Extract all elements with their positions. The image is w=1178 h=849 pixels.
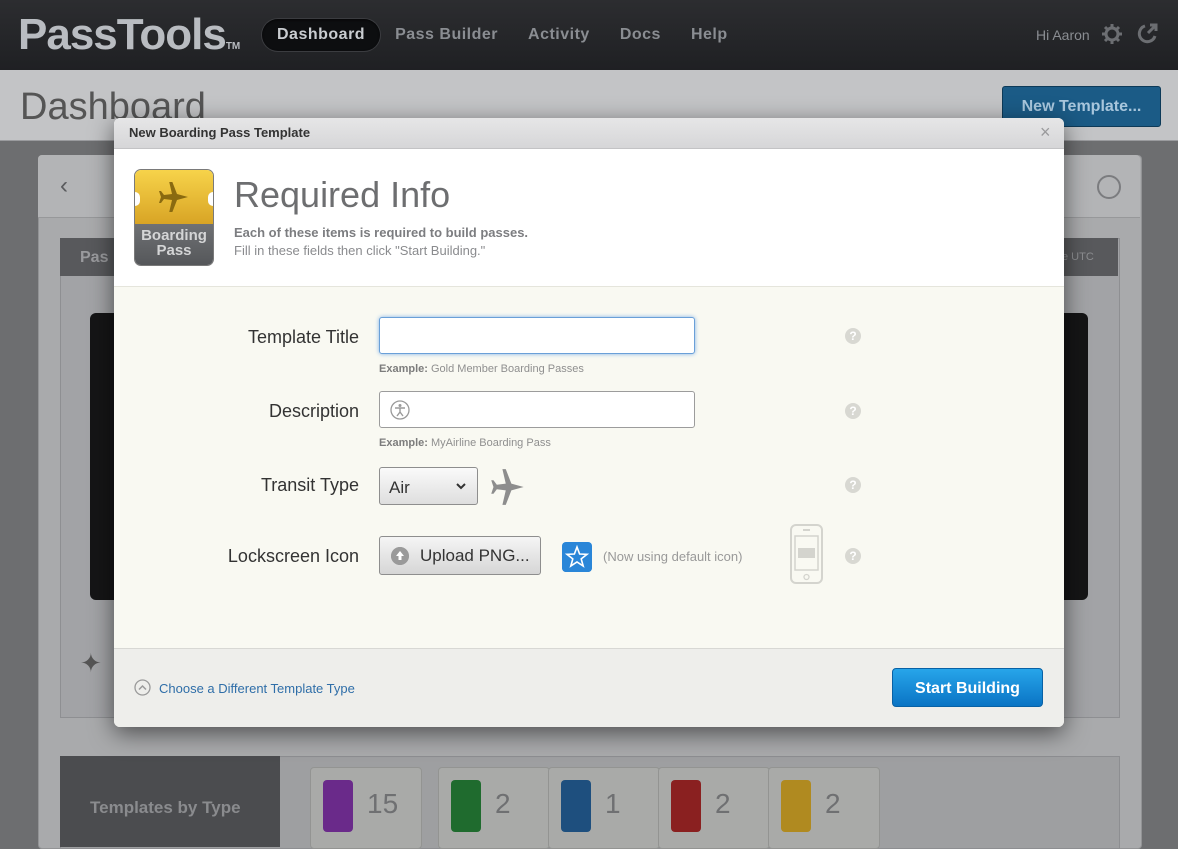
templates-by-type-label: Templates by Type xyxy=(90,798,241,817)
help-icon[interactable]: ? xyxy=(845,548,861,564)
nav-dashboard[interactable]: Dashboard xyxy=(262,19,381,51)
template-type-coupon[interactable]: 15 xyxy=(310,767,422,849)
lockscreen-icon-status: (Now using default icon) xyxy=(603,549,743,564)
transit-type-select[interactable]: Air xyxy=(379,467,478,505)
app-logo[interactable]: PassToolsTM xyxy=(18,10,240,60)
new-template-dialog: New Boarding Pass Template × Boarding Pa… xyxy=(114,118,1064,727)
help-icon[interactable]: ? xyxy=(845,477,861,493)
external-link-icon[interactable] xyxy=(1136,23,1158,45)
section-subtitle: Fill in these fields then click "Start B… xyxy=(234,243,486,258)
upload-icon xyxy=(391,547,409,565)
chevron-down-icon xyxy=(456,483,466,490)
template-title-input[interactable] xyxy=(379,317,695,354)
description-label: Description xyxy=(268,401,359,421)
template-type-event-ticket[interactable]: 2 xyxy=(658,767,770,849)
description-input[interactable] xyxy=(379,391,695,428)
nav-activity[interactable]: Activity xyxy=(513,19,605,51)
template-count: 15 xyxy=(367,788,399,819)
nav-pass-builder[interactable]: Pass Builder xyxy=(380,19,513,51)
chevron-up-circle-icon[interactable] xyxy=(134,679,151,696)
template-type-generic[interactable]: 1 xyxy=(548,767,660,849)
dialog-title: New Boarding Pass Template xyxy=(129,125,311,140)
airplane-icon xyxy=(159,182,188,212)
help-icon[interactable]: ? xyxy=(845,328,861,344)
coupon-icon xyxy=(323,780,353,832)
chevron-down-circle-icon[interactable] xyxy=(1097,175,1121,199)
chevron-left-icon[interactable]: ‹ xyxy=(60,172,68,200)
airplane-icon xyxy=(491,469,524,505)
generic-pass-icon xyxy=(561,780,591,832)
magic-wand-icon[interactable]: ✦ xyxy=(80,648,102,679)
nav-help[interactable]: Help xyxy=(676,19,743,51)
utc-label: e UTC xyxy=(1062,251,1094,263)
star-icon xyxy=(562,542,592,572)
upload-button-label: Upload PNG... xyxy=(420,546,530,565)
pass-icon-label-line2: Pass xyxy=(156,242,192,259)
upload-png-button[interactable]: Upload PNG... xyxy=(379,536,541,575)
template-type-store-card[interactable]: 2 xyxy=(438,767,550,849)
start-building-button[interactable]: Start Building xyxy=(892,668,1043,707)
description-example: Example: MyAirline Boarding Pass xyxy=(379,437,551,449)
template-count: 2 xyxy=(825,788,841,819)
template-title-label: Template Title xyxy=(247,327,359,347)
close-icon[interactable]: × xyxy=(1040,122,1051,143)
boarding-pass-type-icon: Boarding Pass xyxy=(134,169,214,266)
nav-docs[interactable]: Docs xyxy=(605,19,676,51)
transit-type-value: Air xyxy=(389,478,410,497)
help-icon[interactable]: ? xyxy=(845,403,861,419)
template-count: 2 xyxy=(715,788,731,819)
event-ticket-icon xyxy=(671,780,701,832)
gear-icon[interactable] xyxy=(1101,23,1123,45)
pass-icon-label-line1: Boarding xyxy=(141,227,207,244)
pass-panel-title: Pas xyxy=(80,249,109,266)
choose-different-template-link[interactable]: Choose a Different Template Type xyxy=(159,681,355,696)
section-heading: Required Info xyxy=(234,174,451,215)
user-greeting[interactable]: Hi Aaron xyxy=(1036,27,1090,43)
phone-icon xyxy=(790,524,823,584)
transit-type-label: Transit Type xyxy=(260,475,359,495)
main-nav: Dashboard Pass Builder Activity Docs Hel… xyxy=(262,19,743,51)
template-count: 2 xyxy=(495,788,511,819)
boarding-pass-icon xyxy=(781,780,811,832)
template-title-example: Example: Gold Member Boarding Passes xyxy=(379,363,584,375)
accessibility-icon xyxy=(390,400,410,420)
template-type-boarding-pass[interactable]: 2 xyxy=(768,767,880,849)
store-card-icon xyxy=(451,780,481,832)
section-subtitle-bold: Each of these items is required to build… xyxy=(234,225,529,240)
lockscreen-icon-label: Lockscreen Icon xyxy=(227,546,359,566)
template-count: 1 xyxy=(605,788,621,819)
